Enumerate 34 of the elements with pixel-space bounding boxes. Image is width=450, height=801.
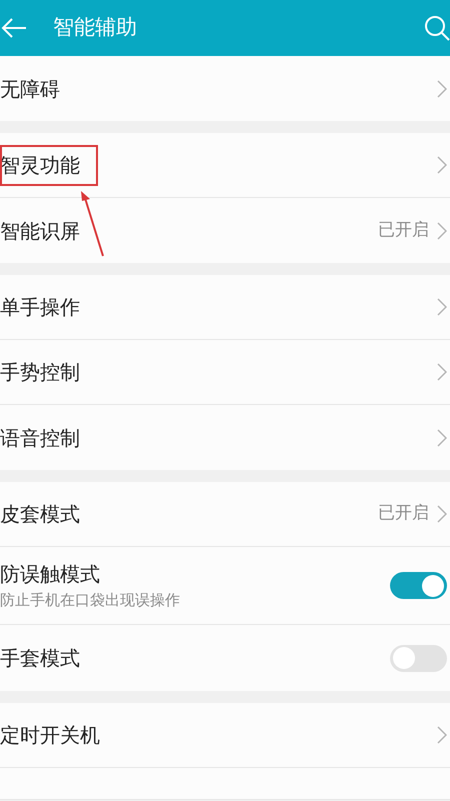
settings-row[interactable]: 单手操作 [0, 275, 450, 340]
row-value: 已开启 [378, 218, 429, 242]
chevron-right-icon [437, 428, 447, 446]
settings-row[interactable]: 智能识屏 已开启 [0, 198, 450, 263]
back-arrow-icon[interactable] [1, 17, 27, 39]
chevron-right-icon [437, 726, 447, 744]
row-label: 智能识屏 [0, 218, 81, 244]
chevron-right-icon [437, 222, 447, 240]
row-label: 无障碍 [0, 76, 61, 102]
row-subtitle: 防止手机在口袋出现误操作 [0, 590, 181, 612]
row-label: 语音控制 [0, 424, 81, 452]
chevron-right-icon [437, 298, 447, 316]
settings-row[interactable]: 定时开关机 [0, 703, 450, 768]
row-label: 防误触模式 [0, 561, 101, 588]
settings-row[interactable]: 手势控制 [0, 340, 450, 405]
settings-row[interactable]: 语音控制 [0, 405, 450, 470]
row-value: 已开启 [378, 502, 429, 526]
chevron-right-icon [437, 156, 447, 174]
settings-row[interactable]: 皮套模式 已开启 [0, 482, 450, 547]
chevron-right-icon [437, 80, 447, 98]
row-label: 定时开关机 [0, 722, 101, 749]
chevron-right-icon [437, 505, 447, 523]
settings-row[interactable]: 智灵功能 [0, 133, 450, 198]
row-label: 手势控制 [0, 359, 81, 386]
toggle-switch[interactable] [390, 572, 447, 599]
settings-row[interactable]: 无障碍 [0, 56, 450, 121]
toggle-switch[interactable] [390, 644, 447, 672]
page-title: 智能辅助 [53, 14, 138, 42]
search-icon[interactable] [424, 15, 450, 41]
chevron-right-icon [437, 363, 447, 381]
row-label: 单手操作 [0, 294, 81, 321]
row-label: 手套模式 [0, 645, 81, 672]
row-label: 皮套模式 [0, 501, 81, 528]
row-label: 智灵功能 [0, 152, 81, 179]
